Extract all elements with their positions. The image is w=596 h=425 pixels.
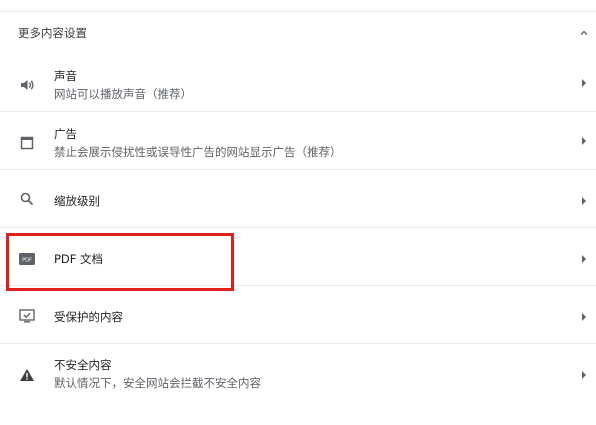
setting-title: 声音 (54, 69, 77, 83)
setting-title: 不安全内容 (54, 358, 112, 372)
protected-content-icon (16, 305, 38, 327)
setting-title: 受保护的内容 (54, 310, 123, 324)
arrow-right-icon (582, 137, 586, 145)
setting-subtitle: 禁止会展示侵扰性或误导性广告的网站显示广告（推荐） (54, 145, 342, 159)
section-title: 更多内容设置 (18, 26, 87, 40)
highlight-box (6, 233, 234, 291)
setting-row-insecure-content[interactable]: 不安全内容 默认情况下，安全网站会拦截不安全内容 (0, 344, 596, 404)
setting-title: 广告 (54, 127, 77, 141)
setting-row-zoom[interactable]: 缩放级别 (0, 170, 596, 228)
setting-subtitle: 默认情况下，安全网站会拦截不安全内容 (54, 376, 261, 390)
search-icon (16, 188, 38, 210)
speaker-icon (16, 74, 38, 96)
setting-title: 缩放级别 (54, 194, 100, 208)
more-content-settings-header[interactable]: 更多内容设置 (0, 12, 596, 54)
arrow-right-icon (582, 313, 586, 321)
setting-row-ads[interactable]: 广告 禁止会展示侵扰性或误导性广告的网站显示广告（推荐） (0, 112, 596, 170)
arrow-right-icon (582, 79, 586, 87)
setting-subtitle: 网站可以播放声音（推荐） (54, 87, 192, 101)
warning-icon (16, 364, 38, 386)
chevron-up-icon[interactable] (578, 27, 590, 39)
arrow-right-icon (582, 371, 586, 379)
setting-row-sound[interactable]: 声音 网站可以播放声音（推荐） (0, 54, 596, 112)
arrow-right-icon (582, 197, 586, 205)
setting-row-protected-content[interactable]: 受保护的内容 (0, 286, 596, 344)
arrow-right-icon (582, 255, 586, 263)
ads-window-icon (16, 132, 38, 154)
